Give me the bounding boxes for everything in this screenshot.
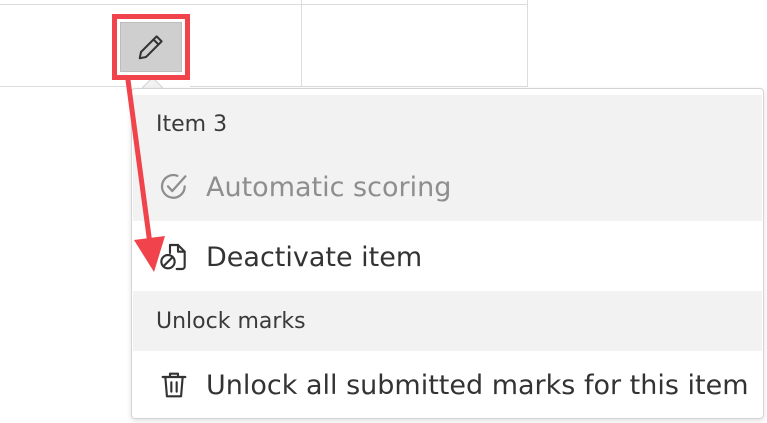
table-border-bottom	[0, 86, 131, 87]
menu-section-header-unlock: Unlock marks	[133, 291, 762, 351]
table-border-bottom	[190, 86, 527, 87]
pencil-icon	[138, 35, 163, 60]
trash-icon	[157, 368, 191, 402]
check-circle-icon	[157, 170, 191, 204]
deactivate-item-menu-item[interactable]: Deactivate item	[133, 223, 762, 291]
item-actions-menu: Item 3 Automatic scoring Deactivate item…	[131, 88, 764, 419]
table-column-divider	[527, 0, 528, 87]
edit-button[interactable]	[120, 22, 182, 72]
automatic-scoring-menu-item: Automatic scoring	[133, 153, 762, 221]
stage: Item 3 Automatic scoring Deactivate item…	[0, 0, 767, 423]
table-column-divider	[301, 0, 302, 87]
deactivate-item-label: Deactivate item	[206, 241, 423, 273]
unlock-all-marks-label: Unlock all submitted marks for this item	[206, 369, 749, 401]
document-block-icon	[157, 240, 191, 274]
menu-section-header-item: Item 3	[133, 95, 762, 153]
table-border-top	[0, 4, 527, 5]
automatic-scoring-label: Automatic scoring	[206, 171, 452, 203]
unlock-all-marks-menu-item[interactable]: Unlock all submitted marks for this item	[133, 351, 762, 419]
